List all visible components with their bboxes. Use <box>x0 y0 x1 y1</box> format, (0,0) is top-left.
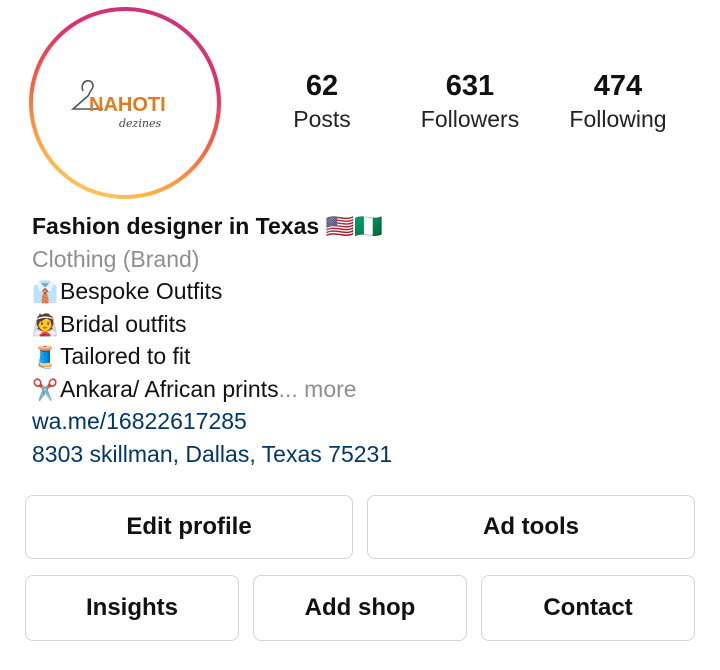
more-link[interactable]: ... more <box>279 376 357 402</box>
website-link[interactable]: wa.me/16822617285 <box>32 405 692 438</box>
bio-line-text: Bespoke Outfits <box>60 278 223 304</box>
edit-profile-button[interactable]: Edit profile <box>25 495 353 559</box>
add-shop-button[interactable]: Add shop <box>253 575 467 641</box>
bio-line-text: Ankara/ African prints <box>60 375 279 402</box>
brand-logo: NAHOTI dezines <box>70 79 166 130</box>
bio-line: ✂️Ankara/ African prints... more <box>32 373 692 406</box>
bio-line-text: Tailored to fit <box>60 343 191 369</box>
logo-text: NAHOTI <box>89 94 166 116</box>
bio-line-text: Bridal outfits <box>60 310 187 337</box>
address-link[interactable]: 8303 skillman, Dallas, Texas 75231 <box>32 438 692 471</box>
bio-line: 👰Bridal outfits <box>32 308 692 341</box>
necktie-icon: 👔 <box>32 281 59 304</box>
insights-button[interactable]: Insights <box>25 575 239 641</box>
flag-icons: 🇺🇸🇳🇬 <box>325 213 383 239</box>
thread-spool-icon: 🧵 <box>32 346 59 369</box>
following-label: Following <box>569 106 667 132</box>
following-count: 474 <box>593 70 643 102</box>
posts-label: Posts <box>293 106 351 132</box>
avatar[interactable]: NAHOTI dezines <box>43 21 207 185</box>
posts-count: 62 <box>305 70 339 102</box>
stat-posts[interactable]: 62 Posts <box>242 68 402 134</box>
story-ring[interactable]: NAHOTI dezines <box>29 7 221 199</box>
profile-name-line: Fashion designer in Texas 🇺🇸🇳🇬 <box>32 210 692 243</box>
scissors-icon: ✂️ <box>32 378 59 402</box>
followers-count: 631 <box>445 70 495 102</box>
bio: Fashion designer in Texas 🇺🇸🇳🇬 Clothing … <box>32 210 692 470</box>
bride-icon: 👰 <box>32 313 59 337</box>
contact-button[interactable]: Contact <box>481 575 695 641</box>
followers-label: Followers <box>420 106 520 132</box>
bio-line: 👔Bespoke Outfits <box>32 275 692 308</box>
avatar-gap: NAHOTI dezines <box>33 11 217 195</box>
hanger-icon <box>81 79 94 96</box>
logo-subtext: dezines <box>119 117 161 130</box>
profile-category: Clothing (Brand) <box>32 245 200 272</box>
stat-following[interactable]: 474 Following <box>538 68 698 134</box>
profile-name: Fashion designer in Texas <box>32 213 320 239</box>
bio-line: 🧵Tailored to fit <box>32 340 692 373</box>
stat-followers[interactable]: 631 Followers <box>390 68 550 134</box>
ad-tools-button[interactable]: Ad tools <box>367 495 695 559</box>
